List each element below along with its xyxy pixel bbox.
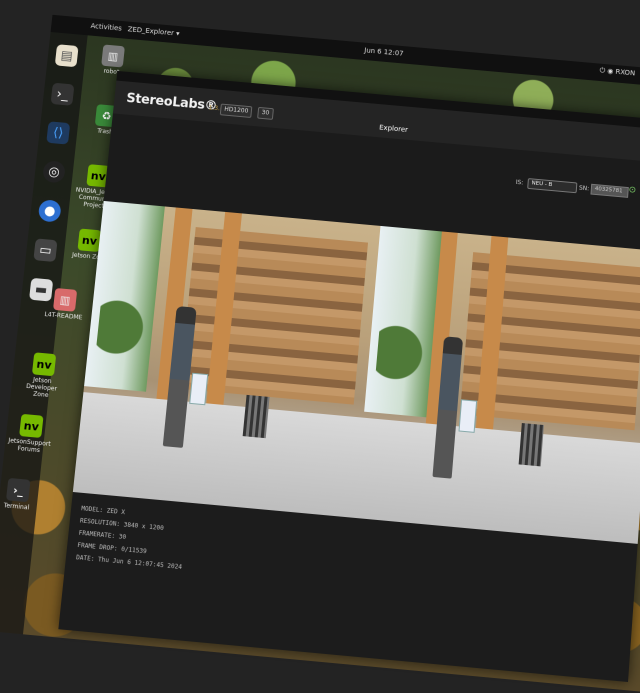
desktop-icon-label: JetsonSupport Forums	[8, 437, 52, 455]
system-status[interactable]: ⏻ ◉ RXON	[599, 67, 635, 79]
resolution-select[interactable]: HD1200	[219, 103, 253, 119]
nvidia-icon: nv	[19, 413, 44, 438]
files-icon[interactable]: ▤	[54, 44, 79, 68]
window-title: Explorer	[378, 123, 409, 134]
fps-select[interactable]: 30	[257, 106, 274, 120]
carried-bag	[189, 372, 209, 405]
stereo-video-view[interactable]	[72, 200, 640, 544]
desktop-icon-l4t[interactable]: ▥ L4T-README	[41, 287, 88, 322]
serial-number-field[interactable]: 40325781	[590, 183, 629, 198]
camera-info-panel: MODEL: ZED X RESOLUTION: 3840 x 1200 FRA…	[75, 503, 187, 574]
terminal-icon[interactable]: ›_	[50, 82, 75, 106]
screen: Activities ZED_Explorer ▾ Jun 6 12:07 ⏻ …	[0, 0, 640, 693]
outdoor-trees	[94, 282, 148, 374]
lobby-floor	[72, 391, 364, 518]
side-label: IS:	[515, 178, 524, 187]
chromium-icon[interactable]: ●	[37, 199, 62, 223]
desktop-icon-label: Jetson Developer Zone	[25, 376, 58, 400]
serial-label: SN:	[578, 184, 590, 193]
obs-icon[interactable]: ◎	[42, 160, 67, 184]
side-select[interactable]: NEU - B	[527, 178, 578, 194]
explorer-window: StereoLabs® 1.3.0 HD1200 30 Explorer – □…	[58, 70, 640, 683]
record-icon[interactable]: ⊙	[628, 185, 636, 195]
right-camera-frame	[354, 225, 640, 544]
vscode-icon[interactable]: ⟨⟩	[46, 121, 71, 145]
desktop-icon-terminal[interactable]: ›_ Terminal	[0, 477, 42, 513]
stereolabs-logo: StereoLabs®	[125, 91, 218, 114]
lobby-floor	[354, 417, 640, 544]
terminal-icon: ›_	[5, 477, 31, 503]
carried-bag	[458, 399, 478, 433]
folder-icon: ▥	[53, 287, 78, 312]
drive-icon[interactable]: ▭	[33, 238, 58, 263]
people-group	[518, 422, 545, 467]
desktop-icon-devzone[interactable]: nv Jetson Developer Zone	[18, 351, 67, 400]
left-camera-frame	[72, 200, 381, 518]
clock[interactable]: Jun 6 12:07	[364, 46, 404, 57]
desktop-icon-forums[interactable]: nv JetsonSupport Forums	[6, 413, 54, 455]
people-group	[243, 394, 270, 439]
folder-icon: ▥	[101, 44, 125, 68]
outdoor-trees	[374, 307, 427, 399]
nvidia-icon: nv	[31, 352, 57, 377]
app-menu[interactable]: ZED_Explorer ▾	[127, 25, 180, 37]
activities-button[interactable]: Activities	[90, 22, 122, 32]
